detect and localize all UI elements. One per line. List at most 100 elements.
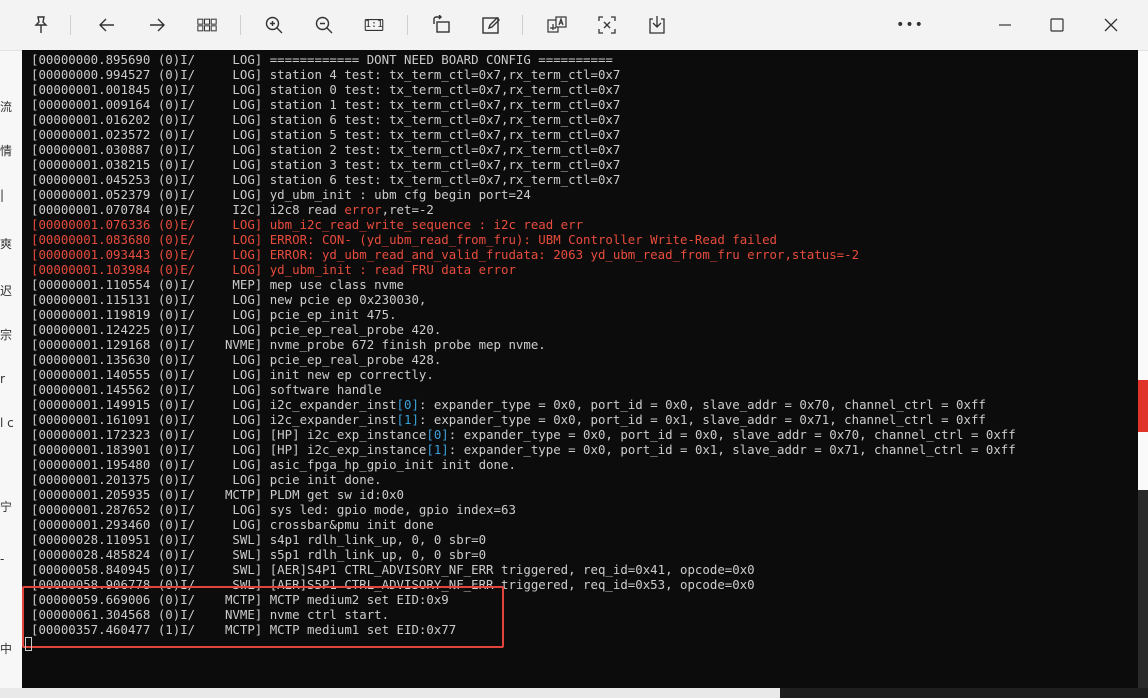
log-timestamp: [00000001.161091 (0)I/ (31, 412, 196, 427)
pin-icon[interactable] (24, 8, 58, 42)
log-timestamp: [00000001.103984 (0)E/ (31, 262, 196, 277)
log-message: station 3 test: tx_term_ctl=0x7,rx_term_… (262, 157, 621, 172)
translate-icon[interactable] (540, 8, 574, 42)
log-message: : expander_type = 0x0, port_id = 0x0, sl… (418, 397, 986, 412)
minimize-icon[interactable] (988, 8, 1022, 42)
log-message: nvme_probe 672 finish probe mep nvme. (262, 337, 546, 352)
log-timestamp: [00000001.119819 (0)I/ (31, 307, 196, 322)
log-tag: MCTP] (195, 487, 263, 502)
log-timestamp: [00000001.140555 (0)I/ (31, 367, 196, 382)
log-tag: LOG] (195, 292, 263, 307)
log-line: [00000001.124225 (0)I/ LOG] pcie_ep_real… (31, 322, 1016, 337)
log-line: [00000028.110951 (0)I/ SWL] s4p1 rdlh_li… (31, 532, 1016, 547)
background-text-fragment: 宗 (0, 328, 13, 342)
log-timestamp: [00000028.485824 (0)I/ (31, 547, 196, 562)
save-icon[interactable] (640, 8, 674, 42)
log-timestamp: [00000001.023572 (0)I/ (31, 127, 196, 142)
log-line: [00000058.840945 (0)I/ SWL] [AER]S4P1 CT… (31, 562, 1016, 577)
log-message: yd_ubm_init : read FRU data error (262, 262, 516, 277)
log-line: [00000001.135630 (0)I/ LOG] pcie_ep_real… (31, 352, 1016, 367)
log-timestamp: [00000028.110951 (0)I/ (31, 532, 196, 547)
close-icon[interactable] (1094, 8, 1128, 42)
zoom-in-icon[interactable] (257, 8, 291, 42)
log-line: [00000001.172323 (0)I/ LOG] [HP] i2c_exp… (31, 427, 1016, 442)
log-lines: [00000000.895690 (0)I/ LOG] ============… (31, 52, 1016, 637)
log-message: i2c_expander_inst (262, 412, 397, 427)
log-line: [00000001.001845 (0)I/ LOG] station 0 te… (31, 82, 1016, 97)
rotate-icon[interactable] (424, 8, 458, 42)
forward-arrow-icon[interactable] (140, 8, 174, 42)
log-tag: LOG] (195, 427, 263, 442)
background-text-fragment: 流 (0, 100, 13, 114)
log-timestamp: [00000001.070784 (0)E/ (31, 202, 196, 217)
log-timestamp: [00000001.076336 (0)E/ (31, 217, 196, 232)
extract-text-icon[interactable] (590, 8, 624, 42)
log-timestamp: [00000001.172323 (0)I/ (31, 427, 196, 442)
actual-size-icon[interactable]: 1:1 (357, 8, 391, 42)
image-viewer-toolbar: 1:1 ••• (0, 0, 1148, 51)
log-tag: LOG] (195, 307, 263, 322)
log-timestamp: [00000001.205935 (0)I/ (31, 487, 196, 502)
log-message: s5p1 rdlh_link_up, 0, 0 sbr=0 (262, 547, 487, 562)
log-message: : expander_type = 0x0, port_id = 0x0, sl… (448, 427, 1016, 442)
background-text-fragment: 宁 (0, 500, 13, 514)
log-timestamp: [00000058.840945 (0)I/ (31, 562, 196, 577)
log-timestamp: [00000001.038215 (0)I/ (31, 157, 196, 172)
log-timestamp: [00000001.093443 (0)E/ (31, 247, 196, 262)
log-timestamp: [00000000.895690 (0)I/ (31, 52, 196, 67)
log-tag: SWL] (195, 547, 263, 562)
log-message: error (344, 202, 382, 217)
log-timestamp: [00000001.129168 (0)I/ (31, 337, 196, 352)
background-text-fragment: 中 (0, 642, 13, 656)
edit-icon[interactable] (474, 8, 508, 42)
log-message: ERROR: CON- (yd_ubm_read_from_fru): UBM … (262, 232, 777, 247)
background-text-fragment: 情 (0, 144, 13, 158)
log-tag: LOG] (195, 232, 263, 247)
log-timestamp: [00000001.124225 (0)I/ (31, 322, 196, 337)
log-line: [00000001.161091 (0)I/ LOG] i2c_expander… (31, 412, 1016, 427)
zoom-out-icon[interactable] (307, 8, 341, 42)
log-message: [HP] i2c_exp_instance (262, 427, 427, 442)
log-timestamp: [00000001.145562 (0)I/ (31, 382, 196, 397)
back-arrow-icon[interactable] (90, 8, 124, 42)
log-line: [00000001.110554 (0)I/ MEP] mep use clas… (31, 277, 1016, 292)
log-line: [00000001.201375 (0)I/ LOG] pcie init do… (31, 472, 1016, 487)
log-timestamp: [00000001.135630 (0)I/ (31, 352, 196, 367)
log-message: new pcie ep 0x230030, (262, 292, 427, 307)
terminal-cursor (25, 637, 32, 651)
background-text-fragment: r (0, 372, 5, 386)
more-icon[interactable]: ••• (893, 8, 927, 42)
log-line: [00000001.140555 (0)I/ LOG] init new ep … (31, 367, 1016, 382)
log-line: [00000001.016202 (0)I/ LOG] station 6 te… (31, 112, 1016, 127)
background-dark-panel (1138, 490, 1148, 698)
log-timestamp: [00000001.293460 (0)I/ (31, 517, 196, 532)
log-tag: LOG] (195, 322, 263, 337)
log-message: asic_fpga_hp_gpio_init init done. (262, 457, 516, 472)
log-line: [00000000.895690 (0)I/ LOG] ============… (31, 52, 1016, 67)
log-message: station 6 test: tx_term_ctl=0x7,rx_term_… (262, 112, 621, 127)
log-line: [00000001.009164 (0)I/ LOG] station 1 te… (31, 97, 1016, 112)
log-line: [00000001.293460 (0)I/ LOG] crossbar&pmu… (31, 517, 1016, 532)
log-line: [00000000.994527 (0)I/ LOG] station 4 te… (31, 67, 1016, 82)
log-timestamp: [00000001.201375 (0)I/ (31, 472, 196, 487)
log-timestamp: [00000000.994527 (0)I/ (31, 67, 196, 82)
log-message: i2c8 read (262, 202, 345, 217)
log-tag: LOG] (195, 142, 263, 157)
background-text-fragment: | (0, 188, 5, 202)
log-message: station 0 test: tx_term_ctl=0x7,rx_term_… (262, 82, 621, 97)
log-line: [00000001.052379 (0)I/ LOG] yd_ubm_init … (31, 187, 1016, 202)
log-line: [00000001.119819 (0)I/ LOG] pcie_ep_init… (31, 307, 1016, 322)
background-text-fragment: 爽 (0, 237, 13, 251)
maximize-icon[interactable] (1040, 8, 1074, 42)
log-message: [1] (426, 442, 449, 457)
log-timestamp: [00000001.195480 (0)I/ (31, 457, 196, 472)
log-message: PLDM get sw id:0x0 (262, 487, 405, 502)
log-tag: LOG] (195, 382, 263, 397)
background-window-bottom-edge (0, 688, 1148, 698)
log-message: mep use class nvme (262, 277, 405, 292)
background-dark-strip (780, 688, 1148, 698)
log-timestamp: [00000001.115131 (0)I/ (31, 292, 196, 307)
grid-view-icon[interactable] (190, 8, 224, 42)
log-timestamp: [00000001.030887 (0)I/ (31, 142, 196, 157)
log-message: pcie_ep_init 475. (262, 307, 397, 322)
